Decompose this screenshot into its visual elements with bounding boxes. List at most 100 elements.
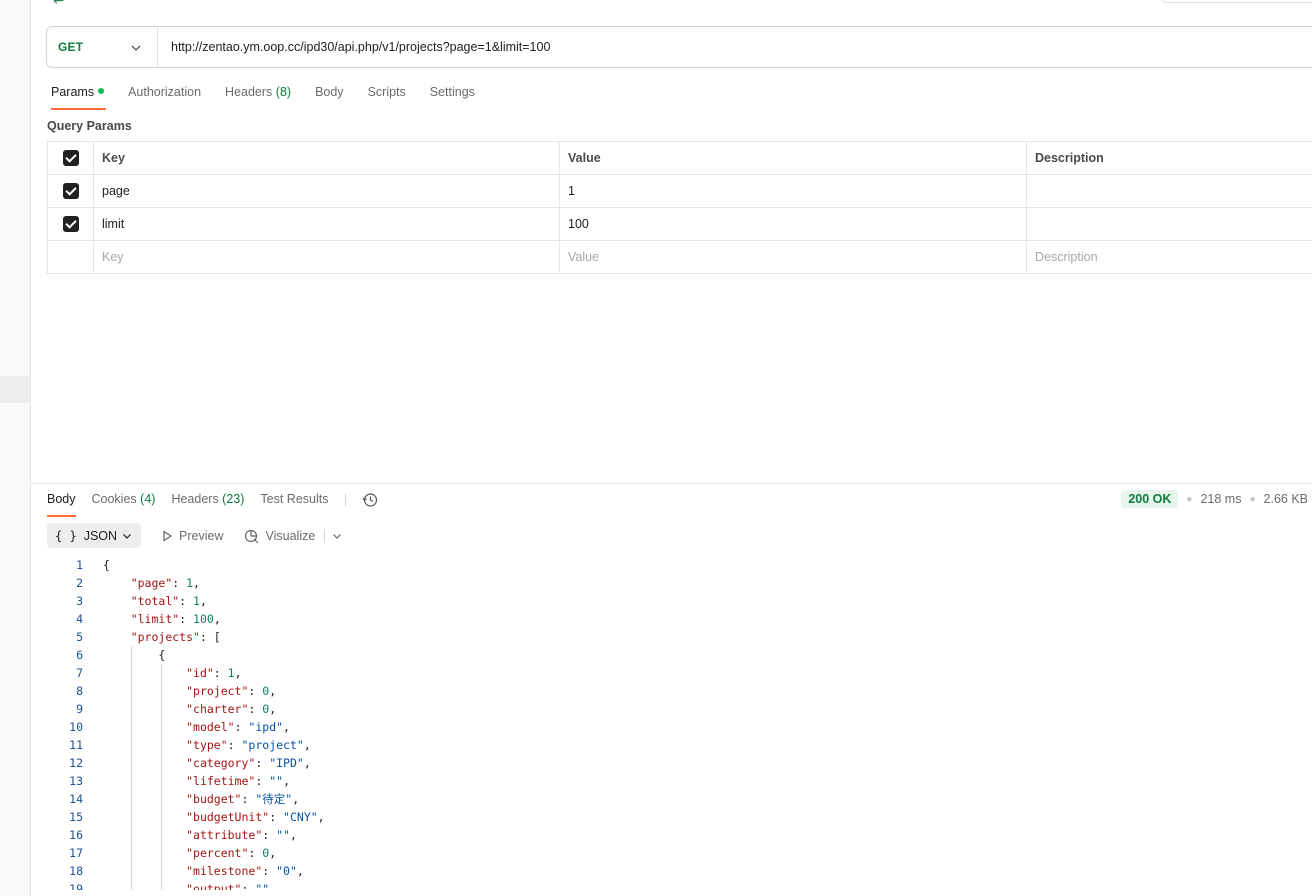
format-select[interactable]: { } JSON	[47, 523, 142, 548]
header-value: Value	[559, 141, 1027, 175]
row-checkbox-cell[interactable]	[47, 207, 94, 241]
resp-tab-body[interactable]: Body	[47, 491, 76, 517]
code-text: "charter": 0,	[186, 702, 277, 716]
tab-headers[interactable]: Headers (8)	[225, 84, 291, 110]
tab-count: (4)	[140, 492, 156, 506]
method-select[interactable]: GET	[47, 27, 158, 67]
code-text: "output": "",	[186, 882, 277, 890]
code-text: "page": 1,	[130, 576, 200, 590]
code-line: 18 "milestone": "0",	[47, 862, 1312, 880]
status-badge[interactable]: 200 OK	[1121, 490, 1179, 508]
param-key-placeholder[interactable]: Key	[93, 240, 560, 274]
param-key-cell[interactable]: page	[93, 174, 560, 208]
tab-label: Headers	[171, 492, 219, 506]
bullet-separator: ●	[1186, 493, 1193, 505]
line-number: 6	[76, 648, 83, 662]
query-params-title: Query Params	[47, 119, 132, 133]
preview-label: Preview	[179, 528, 224, 543]
param-description-placeholder[interactable]: Description	[1026, 240, 1312, 274]
chevron-down-icon	[131, 45, 141, 51]
url-input[interactable]: http://zentao.ym.oop.cc/ipd30/api.php/v1…	[158, 40, 550, 54]
response-body-viewer[interactable]: 1{2 "page": 1, 3 "total": 1, 4 "limit": 10…	[47, 556, 1312, 890]
code-text: "type": "project",	[186, 738, 311, 752]
braces-icon: { }	[55, 528, 77, 543]
row-checkbox-cell[interactable]	[47, 174, 94, 208]
play-icon	[163, 529, 173, 542]
preview-button[interactable]: Preview	[161, 528, 224, 543]
param-description-cell[interactable]	[1026, 174, 1312, 208]
visualize-icon	[244, 529, 258, 543]
code-text: "id": 1,	[186, 666, 242, 680]
param-value-cell[interactable]: 1	[559, 174, 1027, 208]
line-number: 7	[76, 666, 83, 680]
row-checkbox-cell-empty	[47, 240, 94, 274]
code-line: 14 "budget": "待定",	[47, 790, 1312, 808]
request-tabs: Params Authorization Headers (8) Body Sc…	[51, 84, 499, 110]
tab-authorization[interactable]: Authorization	[128, 84, 201, 110]
header-checkbox-cell[interactable]	[47, 141, 94, 175]
line-number: 1	[76, 558, 83, 572]
code-text: "total": 1,	[130, 594, 207, 608]
body-view-toolbar: { } JSON Preview Visualize	[47, 523, 343, 548]
param-key-cell[interactable]: limit	[93, 207, 560, 241]
code-line: 12 "category": "IPD",	[47, 754, 1312, 772]
top-right-edge	[1162, 0, 1312, 3]
sidebar-selected-item[interactable]	[0, 376, 30, 403]
tab-label: Scripts	[367, 85, 406, 99]
bullet-separator: ●	[1249, 493, 1256, 505]
code-line: 3 "total": 1,	[47, 592, 1312, 610]
code-line: 5 "projects": [	[47, 628, 1312, 646]
param-value-placeholder[interactable]: Value	[559, 240, 1027, 274]
param-value-cell[interactable]: 100	[559, 207, 1027, 241]
tab-params[interactable]: Params	[51, 84, 107, 110]
tab-scripts[interactable]: Scripts	[368, 84, 406, 110]
checkbox-checked-icon[interactable]	[62, 216, 79, 232]
header-key: Key	[93, 141, 560, 175]
table-row: limit 100	[47, 207, 1312, 241]
tab-body[interactable]: Body	[315, 84, 344, 110]
pane-divider[interactable]	[31, 483, 1312, 484]
resp-tab-headers[interactable]: Headers (23)	[171, 491, 244, 517]
code-text: "project": 0,	[186, 684, 277, 698]
code-line: 2 "page": 1,	[47, 574, 1312, 592]
code-text: "model": "ipd",	[186, 720, 290, 734]
line-number: 14	[69, 792, 83, 806]
code-line: 6 {	[47, 646, 1312, 664]
checkbox-checked-icon[interactable]	[62, 150, 79, 166]
chevron-down-icon[interactable]	[331, 530, 343, 542]
line-number: 5	[76, 630, 83, 644]
tab-label: Body	[47, 492, 76, 506]
line-number: 19	[69, 882, 83, 890]
tab-label: Cookies	[91, 492, 137, 506]
back-arrow-icon[interactable]: ↩	[53, 0, 65, 9]
code-line: 16 "attribute": "",	[47, 826, 1312, 844]
header-description: Description	[1026, 141, 1312, 175]
tab-label: Test Results	[260, 492, 329, 506]
param-description-cell[interactable]	[1026, 207, 1312, 241]
resp-tab-cookies[interactable]: Cookies (4)	[92, 491, 156, 517]
response-size[interactable]: 2.66 KB	[1264, 492, 1308, 506]
visualize-label: Visualize	[265, 528, 316, 543]
response-status-bar: 200 OK ● 218 ms ● 2.66 KB	[1121, 490, 1308, 508]
response-time[interactable]: 218 ms	[1200, 492, 1241, 506]
line-number: 8	[76, 684, 83, 698]
code-text: "projects": [	[130, 630, 221, 644]
checkbox-checked-icon[interactable]	[62, 183, 79, 199]
line-number: 13	[69, 774, 83, 788]
history-icon[interactable]	[361, 492, 378, 508]
line-number: 18	[69, 864, 83, 878]
code-line: 13 "lifetime": "",	[47, 772, 1312, 790]
url-bar: GET http://zentao.ym.oop.cc/ipd30/api.ph…	[46, 26, 1312, 68]
resp-tab-test-results[interactable]: Test Results	[260, 491, 328, 517]
code-text: "milestone": "0",	[186, 864, 304, 878]
code-line: 4 "limit": 100,	[47, 610, 1312, 628]
tab-label: Authorization	[128, 85, 202, 99]
query-params-table: Key Value Description page 1 limit 100 K…	[47, 141, 1312, 274]
line-number: 15	[69, 810, 83, 824]
line-number: 12	[69, 756, 83, 770]
visualize-button[interactable]: Visualize	[244, 528, 316, 544]
line-number: 4	[76, 612, 83, 626]
line-number: 9	[76, 702, 83, 716]
code-text: "percent": 0,	[186, 846, 277, 860]
tab-settings[interactable]: Settings	[430, 84, 475, 110]
